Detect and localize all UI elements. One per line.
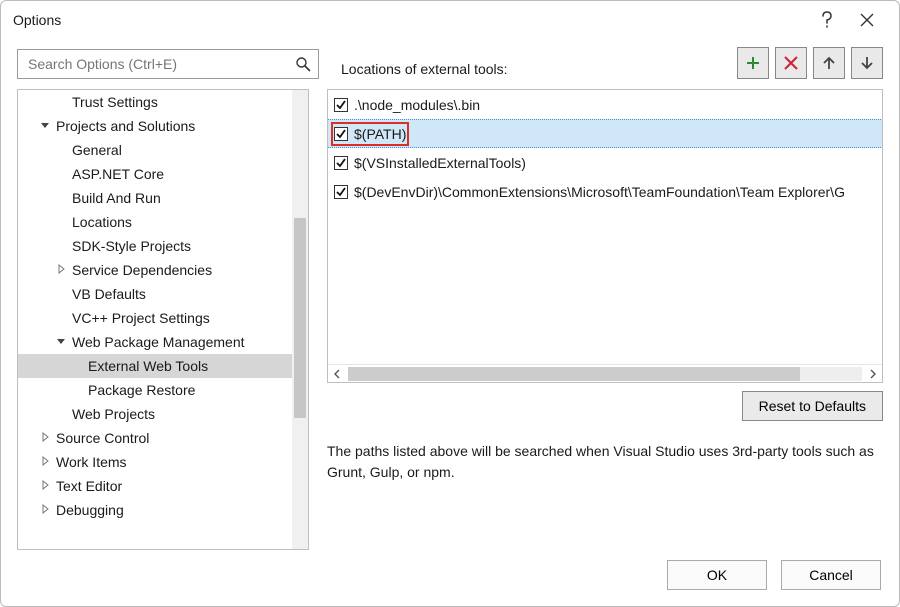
- list-row-text: $(DevEnvDir)\CommonExtensions\Microsoft\…: [354, 184, 845, 200]
- checkbox[interactable]: [334, 185, 348, 199]
- tree-item[interactable]: Source Control: [18, 426, 292, 450]
- list-row-text: $(VSInstalledExternalTools): [354, 155, 526, 171]
- tree-item-label: Trust Settings: [72, 94, 158, 110]
- tree-item-label: Locations: [72, 214, 132, 230]
- tree-item-label: ASP.NET Core: [72, 166, 164, 182]
- tree-item-label: VC++ Project Settings: [72, 310, 210, 326]
- chevron-right-icon[interactable]: [40, 480, 52, 492]
- checkbox[interactable]: [334, 127, 348, 141]
- locations-label: Locations of external tools:: [341, 61, 508, 77]
- tree-item-label: Package Restore: [88, 382, 195, 398]
- expander-spacer: [56, 96, 68, 108]
- reset-to-defaults-button[interactable]: Reset to Defaults: [742, 391, 883, 421]
- expander-spacer: [56, 168, 68, 180]
- tree-item[interactable]: Build And Run: [18, 186, 292, 210]
- hscroll-right-icon[interactable]: [864, 365, 882, 383]
- move-up-button[interactable]: [813, 47, 845, 79]
- titlebar: Options: [1, 1, 899, 39]
- options-tree: Trust Settings Projects and Solutions Gene…: [17, 89, 309, 550]
- tree-item[interactable]: Work Items: [18, 450, 292, 474]
- tree-item[interactable]: Trust Settings: [18, 90, 292, 114]
- checkbox[interactable]: [334, 98, 348, 112]
- search-icon[interactable]: [294, 55, 312, 73]
- cancel-button[interactable]: Cancel: [781, 560, 881, 590]
- expander-spacer: [56, 192, 68, 204]
- tree-item[interactable]: Debugging: [18, 498, 292, 522]
- tree-item[interactable]: Locations: [18, 210, 292, 234]
- listbox-hscroll[interactable]: [328, 364, 882, 382]
- close-icon[interactable]: [849, 1, 885, 39]
- move-down-button[interactable]: [851, 47, 883, 79]
- tree-item-label: External Web Tools: [88, 358, 208, 374]
- expander-spacer: [56, 408, 68, 420]
- tree-item[interactable]: ASP.NET Core: [18, 162, 292, 186]
- expander-spacer: [72, 384, 84, 396]
- chevron-down-icon[interactable]: [56, 336, 68, 348]
- tree-item[interactable]: Package Restore: [18, 378, 292, 402]
- description-text: The paths listed above will be searched …: [327, 441, 883, 483]
- list-row[interactable]: $(DevEnvDir)\CommonExtensions\Microsoft\…: [328, 177, 882, 206]
- tree-item[interactable]: Web Package Management: [18, 330, 292, 354]
- expander-spacer: [56, 240, 68, 252]
- tree-item-label: Projects and Solutions: [56, 118, 195, 134]
- ok-button[interactable]: OK: [667, 560, 767, 590]
- tree-item[interactable]: General: [18, 138, 292, 162]
- chevron-right-icon[interactable]: [40, 432, 52, 444]
- tree-item[interactable]: Service Dependencies: [18, 258, 292, 282]
- tree-item-label: Web Package Management: [72, 334, 245, 350]
- tree-item[interactable]: External Web Tools: [18, 354, 292, 378]
- tree-item-label: VB Defaults: [72, 286, 146, 302]
- hscroll-left-icon[interactable]: [328, 365, 346, 383]
- add-button[interactable]: [737, 47, 769, 79]
- tree-scrollbar[interactable]: [292, 90, 308, 549]
- list-row-text: .\node_modules\.bin: [354, 97, 480, 113]
- tree-item[interactable]: SDK-Style Projects: [18, 234, 292, 258]
- tree-item[interactable]: VB Defaults: [18, 282, 292, 306]
- expander-spacer: [72, 360, 84, 372]
- tree-item-label: Source Control: [56, 430, 149, 446]
- tree-item-label: Text Editor: [56, 478, 122, 494]
- checkbox[interactable]: [334, 156, 348, 170]
- search-input-wrapper: [17, 49, 319, 79]
- expander-spacer: [56, 312, 68, 324]
- tree-item[interactable]: Text Editor: [18, 474, 292, 498]
- list-row[interactable]: .\node_modules\.bin: [328, 90, 882, 119]
- tree-item-label: General: [72, 142, 122, 158]
- tree-item-label: Service Dependencies: [72, 262, 212, 278]
- expander-spacer: [56, 144, 68, 156]
- tree-item-label: Web Projects: [72, 406, 155, 422]
- chevron-right-icon[interactable]: [56, 264, 68, 276]
- help-icon[interactable]: [809, 1, 845, 39]
- toolbar: [737, 47, 883, 79]
- chevron-down-icon[interactable]: [40, 120, 52, 132]
- expander-spacer: [56, 288, 68, 300]
- tree-item-label: SDK-Style Projects: [72, 238, 191, 254]
- window-title: Options: [13, 12, 61, 28]
- tree-item[interactable]: Projects and Solutions: [18, 114, 292, 138]
- list-row-text: $(PATH): [354, 126, 406, 142]
- tree-item-label: Build And Run: [72, 190, 161, 206]
- list-row[interactable]: $(VSInstalledExternalTools): [328, 148, 882, 177]
- delete-button[interactable]: [775, 47, 807, 79]
- options-dialog: Options Locations of external tools:: [0, 0, 900, 607]
- list-row[interactable]: $(PATH): [328, 119, 882, 148]
- tree-item[interactable]: VC++ Project Settings: [18, 306, 292, 330]
- tree-item-label: Debugging: [56, 502, 124, 518]
- locations-listbox: .\node_modules\.bin $(PATH) $(VSInstalledE…: [327, 89, 883, 383]
- expander-spacer: [56, 216, 68, 228]
- search-input[interactable]: [26, 55, 294, 73]
- tree-item[interactable]: Web Projects: [18, 402, 292, 426]
- chevron-right-icon[interactable]: [40, 456, 52, 468]
- chevron-right-icon[interactable]: [40, 504, 52, 516]
- tree-item-label: Work Items: [56, 454, 127, 470]
